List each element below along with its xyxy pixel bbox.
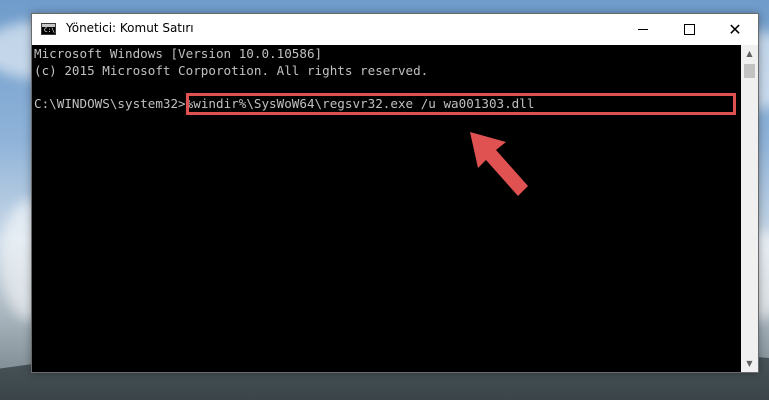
close-button[interactable]: ✕	[712, 14, 758, 45]
close-icon: ✕	[728, 19, 742, 39]
vertical-scrollbar[interactable]: ▲ ▼	[741, 45, 758, 372]
pointer-arrow-icon	[470, 132, 528, 196]
scroll-up-button[interactable]: ▲	[741, 45, 758, 62]
cmd-app-icon: C:\	[41, 23, 56, 35]
window-title: Yönetici: Komut Satırı	[66, 21, 194, 35]
console-line-version: Microsoft Windows [Version 10.0.10586]	[34, 46, 323, 61]
console-output[interactable]: Microsoft Windows [Version 10.0.10586] (…	[32, 45, 741, 372]
scrollbar-thumb[interactable]	[744, 64, 755, 78]
minimize-button[interactable]	[620, 14, 666, 45]
minimize-icon	[638, 29, 648, 30]
command-highlight-box	[186, 93, 736, 115]
chevron-down-icon: ▼	[746, 359, 753, 368]
console-line-copyright: (c) 2015 Microsoft Corporotion. All righ…	[34, 63, 429, 78]
title-bar[interactable]: C:\ Yönetici: Komut Satırı ✕	[32, 14, 758, 45]
prompt-path: C:\WINDOWS\system32>	[34, 96, 186, 111]
chevron-up-icon: ▲	[746, 49, 753, 58]
maximize-button[interactable]	[666, 14, 712, 45]
scroll-down-button[interactable]: ▼	[741, 355, 758, 372]
maximize-icon	[683, 24, 695, 35]
command-prompt-window[interactable]: C:\ Yönetici: Komut Satırı ✕ Microsoft W…	[31, 13, 759, 373]
